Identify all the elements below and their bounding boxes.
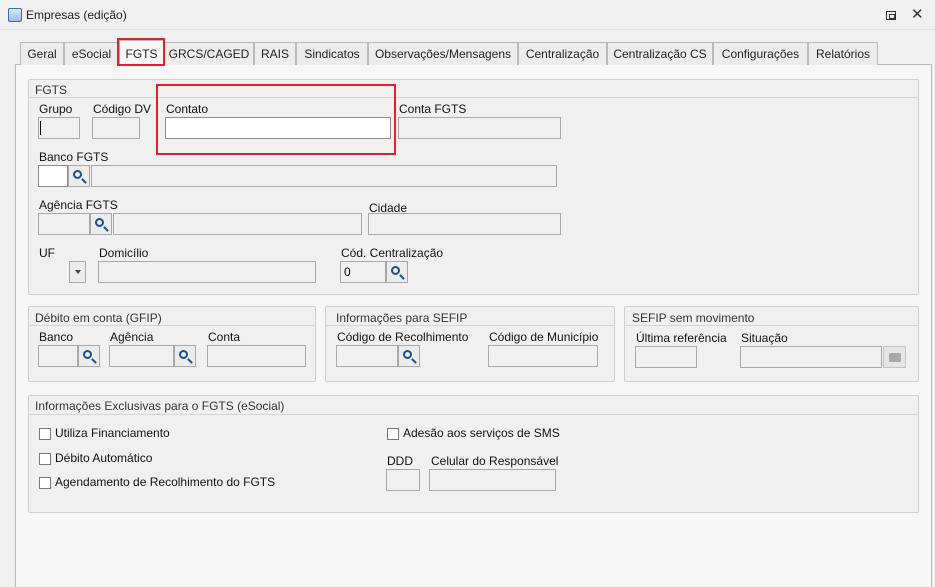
celular-field[interactable] bbox=[429, 469, 556, 491]
agencia-fgts-label: Agência FGTS bbox=[39, 198, 118, 212]
codigo-recolhimento-search-button[interactable] bbox=[398, 345, 420, 367]
codigo-municipio-field[interactable] bbox=[488, 345, 598, 367]
tab-esocial[interactable]: eSocial bbox=[64, 42, 119, 65]
grupo-label: Grupo bbox=[39, 102, 73, 116]
debito-conta-field[interactable] bbox=[207, 345, 306, 367]
tab-centralizacao[interactable]: Centralização bbox=[518, 42, 607, 65]
domicilio-label: Domicílio bbox=[99, 246, 149, 260]
cidade-field[interactable] bbox=[368, 213, 561, 235]
agencia-fgts-name-field[interactable] bbox=[113, 213, 362, 235]
group-fgts-divider bbox=[29, 97, 918, 98]
adesao-sms-checkbox[interactable] bbox=[387, 428, 399, 440]
group-sefip-title: Informações para SEFIP bbox=[336, 311, 468, 325]
codigo-dv-field[interactable] bbox=[92, 117, 140, 139]
banco-fgts-code-field[interactable] bbox=[38, 165, 68, 187]
restore-icon[interactable] bbox=[886, 11, 896, 20]
search-icon bbox=[391, 266, 400, 275]
banco-fgts-name-field[interactable] bbox=[91, 165, 557, 187]
search-icon bbox=[179, 350, 188, 359]
agendamento-label: Agendamento de Recolhimento do FGTS bbox=[55, 475, 276, 489]
cod-centralizacao-label: Cód. Centralização bbox=[341, 246, 444, 260]
agendamento-checkbox[interactable] bbox=[39, 477, 51, 489]
search-icon bbox=[83, 350, 92, 359]
codigo-municipio-label: Código de Município bbox=[489, 330, 599, 344]
banco-fgts-search-button[interactable] bbox=[68, 165, 90, 187]
group-sefip-sem-movimento-title: SEFIP sem movimento bbox=[632, 311, 755, 325]
cod-centralizacao-field[interactable] bbox=[340, 261, 386, 283]
codigo-recolhimento-field[interactable] bbox=[336, 345, 398, 367]
agencia-fgts-search-button[interactable] bbox=[90, 213, 112, 235]
close-icon[interactable]: ✕ bbox=[911, 5, 924, 25]
debito-banco-label: Banco bbox=[39, 330, 74, 344]
utiliza-financiamento-checkbox[interactable] bbox=[39, 428, 51, 440]
agencia-fgts-code-field[interactable] bbox=[38, 213, 90, 235]
tab-observacoes[interactable]: Observações/Mensagens bbox=[368, 42, 518, 65]
group-sefip-sem-movimento-divider bbox=[625, 325, 918, 326]
window-title: Empresas (edição) bbox=[26, 8, 127, 22]
search-icon bbox=[95, 218, 104, 227]
conta-fgts-label: Conta FGTS bbox=[399, 102, 467, 116]
table-icon bbox=[888, 352, 901, 362]
tab-rais[interactable]: RAIS bbox=[254, 42, 296, 65]
contato-label: Contato bbox=[166, 102, 209, 116]
domicilio-field[interactable] bbox=[98, 261, 316, 283]
group-exclusivas-divider bbox=[29, 414, 918, 415]
ultima-referencia-label: Última referência bbox=[636, 331, 727, 345]
situacao-label: Situação bbox=[741, 331, 788, 345]
debito-automatico-checkbox[interactable] bbox=[39, 453, 51, 465]
debito-automatico-label: Débito Automático bbox=[55, 451, 153, 465]
grupo-field[interactable] bbox=[38, 117, 80, 139]
utiliza-financiamento-label: Utiliza Financiamento bbox=[55, 426, 170, 440]
group-exclusivas-title: Informações Exclusivas para o FGTS (eSoc… bbox=[35, 399, 285, 413]
ddd-field[interactable] bbox=[386, 469, 420, 491]
situacao-field[interactable] bbox=[740, 346, 882, 368]
tab-fgts[interactable]: FGTS bbox=[119, 40, 164, 66]
tab-sindicatos[interactable]: Sindicatos bbox=[296, 42, 368, 65]
tab-centralizacao-cs[interactable]: Centralização CS bbox=[607, 42, 713, 65]
conta-fgts-field[interactable] bbox=[398, 117, 561, 139]
uf-dropdown-button[interactable] bbox=[69, 261, 86, 283]
debito-agencia-field[interactable] bbox=[109, 345, 174, 367]
banco-fgts-label: Banco FGTS bbox=[39, 150, 109, 164]
debito-conta-label: Conta bbox=[208, 330, 241, 344]
ultima-referencia-field[interactable] bbox=[635, 346, 697, 368]
tab-grcs-caged[interactable]: GRCS/CAGED bbox=[164, 42, 254, 65]
debito-agencia-label: Agência bbox=[110, 330, 154, 344]
group-sefip-divider bbox=[326, 325, 614, 326]
codigo-dv-label: Código DV bbox=[93, 102, 152, 116]
chevron-down-icon bbox=[74, 270, 81, 274]
debito-agencia-search-button[interactable] bbox=[174, 345, 196, 367]
cod-centralizacao-search-button[interactable] bbox=[386, 261, 408, 283]
search-icon bbox=[403, 350, 412, 359]
celular-label: Celular do Responsável bbox=[431, 454, 559, 468]
uf-label: UF bbox=[39, 246, 55, 260]
title-bar bbox=[0, 0, 935, 30]
group-debito-title: Débito em conta (GFIP) bbox=[35, 311, 162, 325]
codigo-recolhimento-label: Código de Recolhimento bbox=[337, 330, 469, 344]
debito-banco-field[interactable] bbox=[38, 345, 78, 367]
ddd-label: DDD bbox=[387, 454, 413, 468]
group-debito-divider bbox=[29, 325, 315, 326]
group-fgts-title: FGTS bbox=[35, 83, 67, 97]
tab-relatorios[interactable]: Relatórios bbox=[808, 42, 878, 65]
adesao-sms-label: Adesão aos serviços de SMS bbox=[403, 426, 560, 440]
tab-configuracoes[interactable]: Configurações bbox=[713, 42, 808, 65]
app-icon bbox=[8, 8, 22, 22]
text-caret bbox=[40, 121, 41, 135]
debito-banco-search-button[interactable] bbox=[78, 345, 100, 367]
tab-geral[interactable]: Geral bbox=[20, 42, 64, 65]
situacao-button[interactable] bbox=[883, 346, 906, 368]
contato-field[interactable] bbox=[165, 117, 391, 139]
search-icon bbox=[73, 170, 82, 179]
